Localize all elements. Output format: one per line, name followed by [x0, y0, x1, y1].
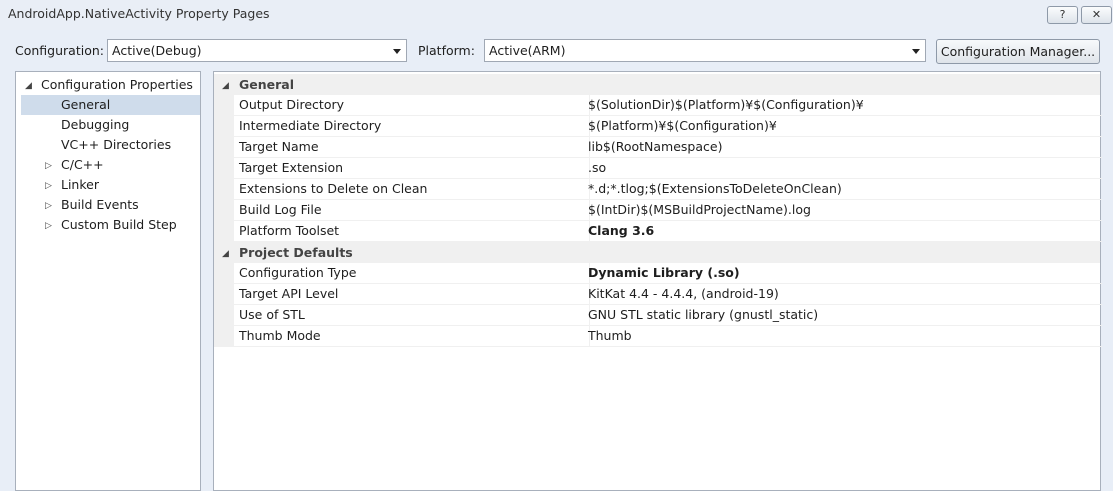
expanded-triangle-icon[interactable]: ◢: [25, 76, 32, 96]
configuration-dropdown[interactable]: Active(Debug): [107, 39, 407, 62]
tree-item-debugging[interactable]: Debugging: [21, 115, 197, 135]
tree-item-label: Linker: [61, 177, 99, 192]
collapsed-triangle-icon[interactable]: ▷: [45, 216, 52, 236]
property-value[interactable]: *.d;*.tlog;$(ExtensionsToDeleteOnClean): [586, 179, 1102, 200]
property-value[interactable]: Thumb: [586, 326, 1102, 347]
property-value[interactable]: .so: [586, 158, 1102, 179]
expanded-triangle-icon[interactable]: ◢: [222, 244, 229, 265]
property-row-output-directory[interactable]: Output Directory $(SolutionDir)$(Platfor…: [214, 95, 1102, 116]
tree-item-build-events[interactable]: ▷ Build Events: [21, 195, 197, 215]
configuration-toolbar: Configuration: Active(Debug) Platform: A…: [0, 30, 1113, 70]
help-button[interactable]: ?: [1047, 6, 1078, 24]
property-name: Platform Toolset: [234, 221, 590, 242]
property-name: Build Log File: [234, 200, 590, 221]
property-name: Thumb Mode: [234, 326, 590, 347]
property-row-intermediate-directory[interactable]: Intermediate Directory $(Platform)¥$(Con…: [214, 116, 1102, 137]
property-row-build-log-file[interactable]: Build Log File $(IntDir)$(MSBuildProject…: [214, 200, 1102, 221]
property-name: Configuration Type: [234, 263, 590, 284]
configuration-label: Configuration:: [15, 43, 104, 58]
collapsed-triangle-icon[interactable]: ▷: [45, 156, 52, 176]
property-row-platform-toolset[interactable]: Platform Toolset Clang 3.6: [214, 221, 1102, 242]
property-value[interactable]: lib$(RootNamespace): [586, 137, 1102, 158]
property-tree: ◢ Configuration Properties General Debug…: [15, 71, 201, 491]
tree-item-custom-build-step[interactable]: ▷ Custom Build Step: [21, 215, 197, 235]
property-row-target-extension[interactable]: Target Extension .so: [214, 158, 1102, 179]
property-value[interactable]: $(Platform)¥$(Configuration)¥: [586, 116, 1102, 137]
close-button[interactable]: ✕: [1081, 6, 1112, 24]
tree-item-label: Debugging: [61, 117, 130, 132]
collapsed-triangle-icon[interactable]: ▷: [45, 196, 52, 216]
tree-item-c-cpp[interactable]: ▷ C/C++: [21, 155, 197, 175]
title-bar: AndroidApp.NativeActivity Property Pages…: [0, 0, 1113, 30]
tree-root-label: Configuration Properties: [41, 77, 193, 92]
tree-item-label: Custom Build Step: [61, 217, 177, 232]
property-row-use-of-stl[interactable]: Use of STL GNU STL static library (gnust…: [214, 305, 1102, 326]
property-value[interactable]: $(SolutionDir)$(Platform)¥$(Configuratio…: [586, 95, 1102, 116]
property-grid: ◢ General Output Directory $(SolutionDir…: [213, 71, 1102, 491]
tree-item-label: VC++ Directories: [61, 137, 172, 152]
property-value[interactable]: Clang 3.6: [586, 221, 1102, 242]
category-label: Project Defaults: [239, 245, 353, 260]
tree-item-label: General: [61, 97, 111, 112]
property-row-target-name[interactable]: Target Name lib$(RootNamespace): [214, 137, 1102, 158]
category-general[interactable]: ◢ General: [214, 74, 1100, 95]
category-project-defaults[interactable]: ◢ Project Defaults: [214, 242, 1100, 263]
tree-root-configuration-properties[interactable]: ◢ Configuration Properties: [21, 75, 197, 95]
configuration-dropdown-value: Active(Debug): [112, 43, 202, 58]
expanded-triangle-icon[interactable]: ◢: [222, 76, 229, 97]
property-value[interactable]: GNU STL static library (gnustl_static): [586, 305, 1102, 326]
property-name: Output Directory: [234, 95, 590, 116]
property-name: Target Extension: [234, 158, 590, 179]
property-name: Extensions to Delete on Clean: [234, 179, 590, 200]
platform-dropdown-value: Active(ARM): [489, 43, 566, 58]
property-name: Intermediate Directory: [234, 116, 590, 137]
property-row-configuration-type[interactable]: Configuration Type Dynamic Library (.so): [214, 263, 1102, 284]
property-value[interactable]: $(IntDir)$(MSBuildProjectName).log: [586, 200, 1102, 221]
platform-label: Platform:: [418, 43, 475, 58]
platform-dropdown[interactable]: Active(ARM): [484, 39, 926, 62]
window-title: AndroidApp.NativeActivity Property Pages: [8, 6, 270, 21]
property-name: Use of STL: [234, 305, 590, 326]
tree-item-label: Build Events: [61, 197, 139, 212]
property-name: Target API Level: [234, 284, 590, 305]
tree-item-general[interactable]: General: [21, 95, 200, 115]
tree-item-vc-directories[interactable]: VC++ Directories: [21, 135, 197, 155]
chevron-down-icon: [393, 49, 401, 54]
property-row-extensions-to-delete[interactable]: Extensions to Delete on Clean *.d;*.tlog…: [214, 179, 1102, 200]
property-name: Target Name: [234, 137, 590, 158]
tree-item-label: C/C++: [61, 157, 104, 172]
property-value[interactable]: KitKat 4.4 - 4.4.4, (android-19): [586, 284, 1102, 305]
category-label: General: [239, 77, 294, 92]
property-value[interactable]: Dynamic Library (.so): [586, 263, 1102, 284]
tree-item-linker[interactable]: ▷ Linker: [21, 175, 197, 195]
property-row-target-api-level[interactable]: Target API Level KitKat 4.4 - 4.4.4, (an…: [214, 284, 1102, 305]
property-row-thumb-mode[interactable]: Thumb Mode Thumb: [214, 326, 1102, 347]
collapsed-triangle-icon[interactable]: ▷: [45, 176, 52, 196]
configuration-manager-button[interactable]: Configuration Manager...: [936, 39, 1100, 64]
chevron-down-icon: [912, 49, 920, 54]
